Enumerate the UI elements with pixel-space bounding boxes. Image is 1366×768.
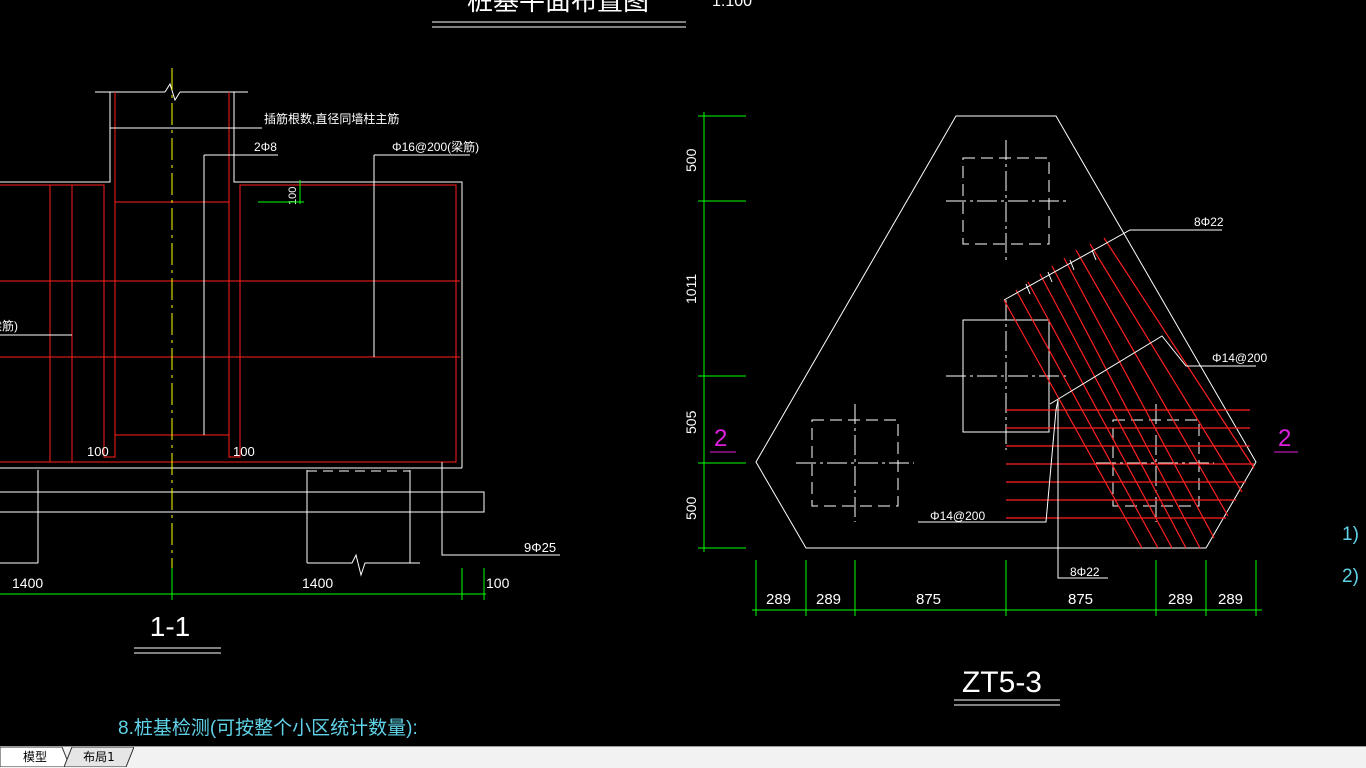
tab-layout1[interactable]: 布局1: [64, 747, 134, 767]
note-item-1: 1): [1342, 524, 1359, 545]
vdim-1: 500: [683, 148, 699, 172]
dim-100-right: 100: [233, 444, 255, 459]
cap-title: ZT5-3: [962, 666, 1042, 699]
note-item-2: 2): [1342, 566, 1359, 587]
section-marker-right: 2: [1278, 425, 1291, 452]
section-1-1: 插筋根数,直径同墙柱主筋 2Φ8 Φ16@200(梁筋) (梁筋) 100 10…: [0, 68, 560, 654]
section-title: 1-1: [150, 611, 190, 642]
dim-100-bottom: 100: [486, 575, 510, 591]
layout-tab-bar: 模型 布局1: [0, 746, 1366, 768]
column-rebar-left: [0, 92, 116, 458]
hdim-4: 875: [1068, 591, 1093, 608]
rebar-bottom-left-label: Φ14@200: [930, 509, 985, 523]
dim-100-left: 100: [87, 444, 109, 459]
note-anchor-rebar: 插筋根数,直径同墙柱主筋: [264, 111, 399, 126]
pile-cap-plan: 8Φ22 Φ14@200 Φ14@200 8Φ22 2 2 500 1011 5…: [683, 112, 1298, 706]
vdim-3: 505: [683, 410, 699, 434]
tab-layout1-label: 布局1: [83, 750, 115, 764]
cushion-outline: [0, 491, 485, 513]
vdim-2: 1011: [683, 274, 699, 304]
rebar-top-label: 8Φ22: [1194, 215, 1224, 229]
vdim-4: 500: [683, 496, 699, 520]
hdim-5: 289: [1168, 591, 1193, 608]
tab-model[interactable]: 模型: [0, 747, 70, 767]
column-outline-left: [0, 92, 111, 183]
hdim-6: 289: [1218, 591, 1243, 608]
diag-rebar-3: [1027, 281, 1173, 549]
diag-rebar-6: [1063, 257, 1215, 539]
note-item-8: 8.桩基检测(可按整个小区统计数量):: [118, 717, 418, 739]
pile-bottom-left: [811, 419, 899, 507]
column-rebar-right: [0, 92, 457, 463]
leader-rebar-top: [1003, 229, 1222, 301]
hdim-2: 289: [816, 591, 841, 608]
diag-rebar-7: [1075, 249, 1229, 517]
dim-1400-mid: 1400: [302, 575, 333, 591]
leader-rebar-bottom: [1057, 400, 1108, 579]
rebar-bottom-label: 8Φ22: [1070, 565, 1100, 579]
section-marker-left: 2: [714, 425, 727, 452]
hdim-3: 875: [916, 591, 941, 608]
dim-1400-left: 1400: [12, 575, 43, 591]
tab-model-label: 模型: [22, 750, 47, 764]
top-drawing-scale: 1:100: [712, 0, 752, 10]
note-2phi8: 2Φ8: [254, 140, 277, 154]
note-stirrup: Φ16@200(梁筋): [392, 139, 479, 154]
note-left-cut: (梁筋): [0, 318, 18, 333]
cad-model-space[interactable]: 桩基平面布置图 1:100 插筋根数,直径同墙柱主筋 2Φ8 Φ16@200(梁…: [0, 0, 1366, 746]
top-drawing-title: 桩基平面布置图: [467, 0, 649, 16]
pile-top: [962, 157, 1050, 245]
leader-rebar-bottom-left: [918, 399, 1059, 523]
pile-break: [307, 553, 420, 577]
rebar-right-label: Φ14@200: [1212, 351, 1267, 365]
diag-rebar-2: [1015, 289, 1159, 549]
hdim-1: 289: [766, 591, 791, 608]
note-9phi25: 9Φ25: [524, 540, 556, 555]
